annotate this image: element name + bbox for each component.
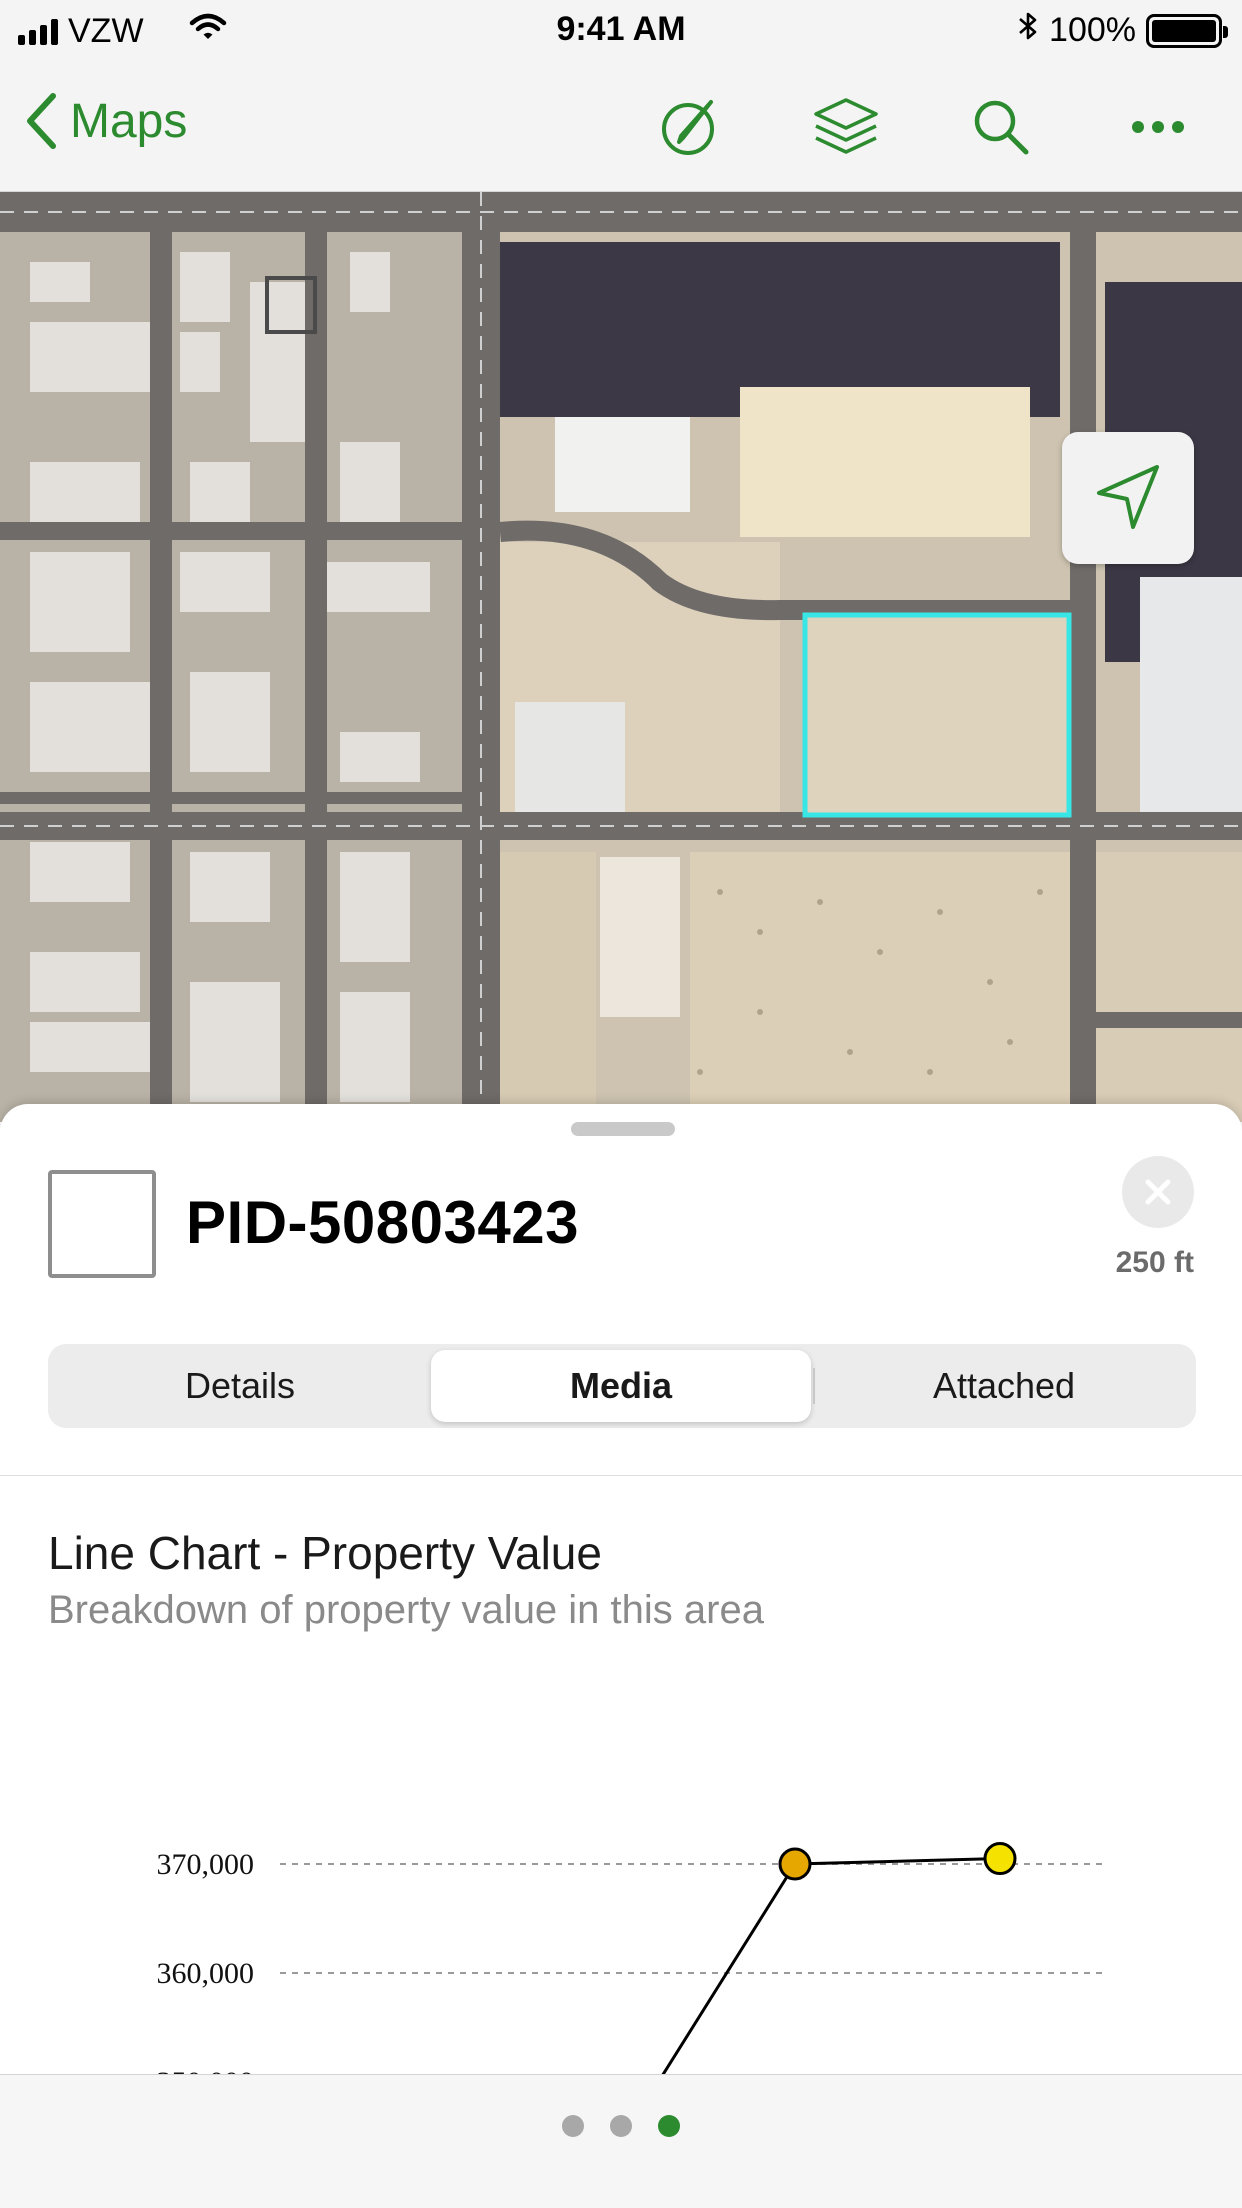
bluetooth-icon	[1017, 10, 1039, 51]
y-tick-label: 370,000	[157, 1848, 255, 1881]
selected-parcel	[802, 612, 1072, 818]
locate-button[interactable]	[1062, 432, 1194, 564]
page-dot[interactable]	[562, 2115, 584, 2137]
satellite-map[interactable]	[0, 192, 1242, 1122]
segmented-control: Details Media Attached	[48, 1344, 1196, 1428]
navigation-arrow-icon	[1097, 465, 1159, 529]
layers-icon[interactable]	[811, 92, 881, 162]
map-imagery	[0, 192, 1242, 1122]
close-button[interactable]	[1122, 1156, 1194, 1228]
feature-title: PID-50803423	[186, 1189, 579, 1256]
battery-icon	[1146, 13, 1228, 48]
chevron-left-icon	[27, 93, 56, 149]
scale-label: 250 ft	[1115, 1246, 1194, 1279]
back-button[interactable]: Maps	[24, 92, 187, 150]
navigation-bar: Maps	[0, 62, 1242, 192]
search-icon[interactable]	[966, 92, 1036, 162]
sheet-grabber[interactable]	[571, 1122, 675, 1136]
page-indicator[interactable]	[0, 2115, 1242, 2137]
tab-media[interactable]: Media	[431, 1350, 811, 1422]
compass-icon[interactable]	[655, 92, 725, 162]
y-tick-label: 360,000	[157, 1957, 255, 1990]
tab-attached[interactable]: Attached	[818, 1350, 1190, 1422]
more-icon[interactable]	[1123, 92, 1193, 162]
close-icon	[1145, 1179, 1171, 1205]
page-dot[interactable]	[610, 2115, 632, 2137]
feature-sheet: PID-50803423 250 ft Details Media Attach…	[0, 1104, 1242, 2208]
status-bar: VZW 9:41 AM 100%	[0, 0, 1242, 62]
chart-title: Line Chart - Property Value	[48, 1527, 602, 1579]
page-bar	[0, 2074, 1242, 2208]
page-dot[interactable]	[658, 2115, 680, 2137]
back-label: Maps	[70, 94, 188, 148]
status-right: 100%	[1017, 10, 1228, 51]
chart-subtitle: Breakdown of property value in this area	[48, 1588, 764, 1632]
section-divider	[0, 1475, 1242, 1476]
tab-divider	[813, 1368, 815, 1404]
feature-thumbnail	[48, 1170, 156, 1278]
battery-percent: 100%	[1049, 11, 1136, 49]
data-point[interactable]	[983, 1842, 1017, 1876]
tab-details[interactable]: Details	[54, 1350, 426, 1422]
data-point[interactable]	[778, 1847, 812, 1881]
